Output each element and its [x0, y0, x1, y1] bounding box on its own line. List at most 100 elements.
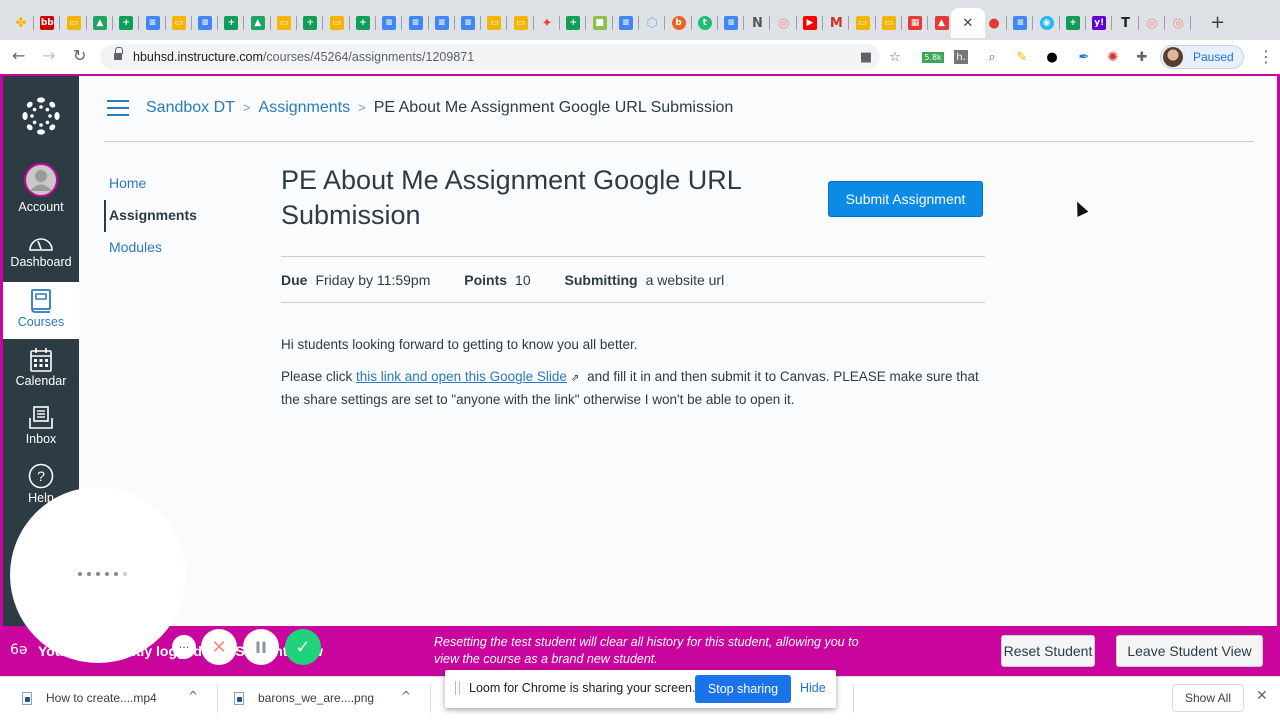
global-nav-account[interactable]: Account	[3, 162, 79, 214]
google-slides-icon: ▭	[171, 16, 186, 30]
pinned-tab[interactable]: ▶	[797, 10, 823, 36]
google-docs-icon: ≡	[618, 16, 633, 30]
pinned-tab[interactable]: ≡	[429, 10, 455, 36]
pinned-tab[interactable]: ▦	[902, 10, 929, 36]
pinned-tab[interactable]: +	[218, 10, 245, 36]
global-nav-dashboard[interactable]: Dashboard	[3, 231, 79, 269]
hypothesis-icon[interactable]: h.	[954, 50, 968, 64]
pinned-tab[interactable]: ≡	[455, 10, 482, 36]
chevron-up-icon[interactable]: ^	[188, 689, 198, 703]
pinned-tab[interactable]: ■	[587, 10, 613, 36]
course-nav-modules[interactable]: Modules	[104, 232, 197, 264]
tab-separator	[1190, 16, 1192, 30]
pinned-tab[interactable]: ≡	[376, 10, 403, 36]
address-bar[interactable]: hbuhsd.instructure.com/courses/45264/ass…	[100, 44, 880, 70]
pinned-tab[interactable]: +	[297, 10, 324, 36]
global-nav-inbox[interactable]: Inbox	[3, 406, 79, 446]
camera-icon[interactable]: ■	[857, 48, 875, 66]
url-text[interactable]: hbuhsd.instructure.com/courses/45264/ass…	[133, 50, 474, 64]
hide-banner-button[interactable]: Hide	[800, 681, 826, 695]
pinned-tab[interactable]: b	[666, 10, 692, 36]
active-tab[interactable]: ✕	[950, 8, 985, 38]
submit-assignment-button[interactable]: Submit Assignment	[828, 181, 983, 217]
pinned-tab[interactable]: ●	[981, 10, 1008, 36]
pinned-tab[interactable]: ≡	[140, 10, 166, 36]
pinned-tab[interactable]: ▭	[850, 10, 876, 36]
loom-cancel-icon[interactable]: ✕	[201, 629, 237, 665]
pinned-tab[interactable]: t	[692, 10, 718, 36]
pinned-tab[interactable]: M	[823, 10, 850, 36]
pinned-tab[interactable]: ▭	[324, 10, 350, 36]
pinned-tab[interactable]: bb	[34, 10, 61, 36]
new-tab-button[interactable]: +	[1210, 12, 1225, 33]
lock-icon[interactable]	[114, 47, 123, 61]
pinned-tab[interactable]: N	[744, 10, 771, 36]
google-slides-icon: ▭	[855, 16, 870, 30]
loom-extension-icon[interactable]: ✺	[1104, 48, 1122, 66]
pinned-tab[interactable]: ◎	[1139, 10, 1165, 36]
pinned-tab[interactable]: ✦	[534, 10, 560, 36]
breadcrumb-course-link[interactable]: Sandbox DT	[146, 99, 235, 116]
pinned-tab[interactable]: ≡	[613, 10, 639, 36]
pinned-tab[interactable]: +	[113, 10, 140, 36]
forward-icon[interactable]: →	[42, 46, 55, 65]
pinned-tab[interactable]: ◎	[1165, 10, 1192, 36]
course-nav-assignments[interactable]: Assignments	[104, 200, 197, 232]
pinned-tab[interactable]: ◉	[1034, 10, 1060, 36]
loom-pause-icon[interactable]: II	[243, 629, 279, 665]
breadcrumb-assignments-link[interactable]: Assignments	[259, 99, 351, 116]
global-nav-calendar[interactable]: Calendar	[3, 348, 79, 388]
pinned-tab[interactable]: ≡	[192, 10, 219, 36]
reset-student-button[interactable]: Reset Student	[1001, 635, 1095, 667]
edit-image-icon[interactable]: ✎	[1013, 48, 1031, 66]
eyedropper-icon[interactable]: ✒	[1075, 48, 1093, 66]
pinned-tab[interactable]: ⬡	[639, 10, 666, 36]
google-slide-link[interactable]: this link and open this Google Slide	[356, 369, 567, 384]
download-item[interactable]: How to create....mp4	[22, 691, 157, 705]
details-divider-top	[281, 256, 985, 257]
pinned-tab[interactable]: ▲	[87, 10, 113, 36]
drag-handle-icon[interactable]	[455, 681, 460, 695]
pinned-tab[interactable]: T	[1113, 10, 1139, 36]
close-icon[interactable]: ✕	[961, 16, 975, 31]
pinned-tab[interactable]: ▭	[508, 10, 534, 36]
pinned-tab[interactable]: +	[560, 10, 587, 36]
close-downloads-icon[interactable]: ✕	[1256, 688, 1268, 704]
pinned-tab[interactable]: y!	[1086, 10, 1113, 36]
course-nav-home[interactable]: Home	[104, 168, 197, 200]
pinned-tab[interactable]: ◎	[771, 10, 797, 36]
download-item[interactable]: barons_we_are....png	[234, 691, 374, 705]
pinned-tab[interactable]: ▭	[61, 10, 87, 36]
pinned-tab[interactable]: +	[350, 10, 376, 36]
pinned-tab[interactable]: ≡	[718, 10, 745, 36]
extension-counter-icon[interactable]: 5.8k	[922, 48, 944, 66]
assignment-details: Due Friday by 11:59pm Points 10 Submitting…	[281, 272, 724, 288]
course-nav: Home Assignments Modules	[104, 168, 197, 264]
course-menu-toggle-icon[interactable]	[107, 100, 129, 116]
profile-button[interactable]: Paused	[1160, 45, 1244, 69]
pinned-tab[interactable]: ▲	[245, 10, 271, 36]
pinned-tab[interactable]: ▭	[166, 10, 192, 36]
pinned-tab[interactable]: ≡	[1007, 10, 1034, 36]
search-icon[interactable]: ⌕	[983, 48, 1001, 66]
loom-more-icon[interactable]: ···	[172, 635, 196, 659]
chevron-up-icon[interactable]: ^	[401, 689, 411, 703]
pinned-tab[interactable]: +	[1060, 10, 1086, 36]
back-icon[interactable]: ←	[12, 46, 25, 65]
canvas-logo-icon[interactable]	[21, 96, 61, 136]
reload-icon[interactable]: ↻	[73, 46, 86, 65]
stop-sharing-button[interactable]: Stop sharing	[695, 675, 791, 703]
bookmark-star-icon[interactable]: ☆	[886, 48, 904, 66]
leave-student-view-button[interactable]: Leave Student View	[1116, 635, 1263, 667]
show-all-downloads-button[interactable]: Show All	[1172, 684, 1244, 712]
chrome-menu-icon[interactable]: ⋮	[1258, 47, 1274, 66]
pinned-tab[interactable]: ▭	[876, 10, 902, 36]
global-nav-courses[interactable]: Courses	[3, 282, 79, 339]
pinned-tab[interactable]: ▭	[481, 10, 508, 36]
tampermonkey-icon[interactable]: ●	[1043, 48, 1061, 66]
pinned-tab[interactable]: ≡	[403, 10, 429, 36]
extensions-puzzle-icon[interactable]: ✚	[1133, 48, 1151, 66]
pinned-tab[interactable]: ✤	[8, 10, 34, 36]
loom-finish-icon[interactable]: ✓	[285, 629, 321, 665]
pinned-tab[interactable]: ▭	[271, 10, 297, 36]
